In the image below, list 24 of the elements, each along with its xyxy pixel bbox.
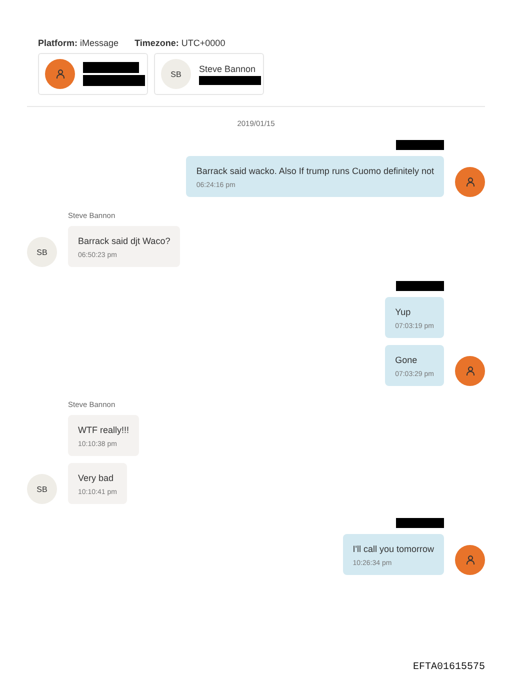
message-text: Very bad bbox=[78, 473, 115, 483]
redaction-bar bbox=[396, 281, 444, 291]
timezone-label: Timezone: UTC+0000 bbox=[134, 38, 226, 48]
redaction-bar bbox=[83, 62, 139, 73]
person-icon bbox=[56, 69, 64, 79]
platform-label: Platform: iMessage bbox=[38, 38, 119, 48]
redaction-bar bbox=[199, 76, 261, 84]
message-text: Yup bbox=[395, 307, 412, 317]
redaction-bar bbox=[83, 75, 145, 86]
person-icon bbox=[466, 555, 474, 565]
contact-avatar: SB bbox=[161, 59, 191, 89]
person-icon bbox=[466, 366, 474, 376]
message-text: Barrack said wacko. Also If trump runs Cuomo definitely not bbox=[196, 166, 434, 176]
participant-name: Steve Bannon bbox=[199, 64, 257, 74]
message-text: Gone bbox=[395, 355, 418, 365]
document-id-label: EFTA01615575 bbox=[412, 662, 485, 673]
redaction-bar bbox=[396, 518, 444, 528]
contact-avatar: SB bbox=[27, 237, 57, 267]
message-text: Barrack said djt Waco? bbox=[78, 236, 170, 246]
redaction-bar bbox=[396, 140, 444, 150]
person-icon bbox=[466, 177, 474, 187]
contact-avatar: SB bbox=[27, 474, 57, 504]
message-text: WTF really!!! bbox=[78, 425, 129, 435]
message-text: I'll call you tomorrow bbox=[352, 544, 434, 554]
